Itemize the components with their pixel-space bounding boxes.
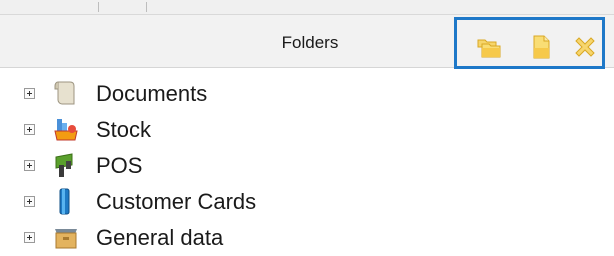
expand-icon[interactable] [24, 232, 35, 243]
pos-icon [52, 151, 80, 179]
new-document-icon [533, 35, 550, 59]
top-strip [0, 0, 614, 15]
tree-item-stock[interactable]: Stock [0, 112, 600, 148]
documents-icon [52, 79, 80, 107]
folder-toolbar [454, 17, 605, 69]
expand-icon[interactable] [24, 88, 35, 99]
panel-title: Folders [281, 33, 339, 52]
expand-icon[interactable] [24, 124, 35, 135]
tree-item-label: Stock [96, 117, 152, 142]
tree-item-documents[interactable]: Documents [0, 76, 600, 112]
tree-item-label: Documents [96, 81, 208, 106]
expand-icon[interactable] [24, 160, 35, 171]
customer-cards-icon [52, 187, 80, 215]
general-data-icon [52, 223, 80, 251]
divider [146, 2, 147, 12]
tree-item-label: Customer Cards [96, 189, 257, 214]
tree-item-pos[interactable]: POS [0, 148, 600, 184]
tree-item-label: General data [96, 225, 224, 250]
expand-icon[interactable] [24, 196, 35, 207]
tree-item-customer-cards[interactable]: Customer Cards [0, 184, 600, 220]
divider [98, 2, 99, 12]
stock-icon [52, 115, 80, 143]
new-folder-button[interactable] [475, 33, 503, 61]
new-document-button[interactable] [527, 33, 555, 61]
delete-button[interactable] [571, 33, 599, 61]
new-folder-icon [477, 39, 501, 58]
delete-icon [575, 37, 595, 57]
tree-item-general-data[interactable]: General data [0, 220, 600, 256]
tree-item-label: POS [96, 153, 143, 178]
